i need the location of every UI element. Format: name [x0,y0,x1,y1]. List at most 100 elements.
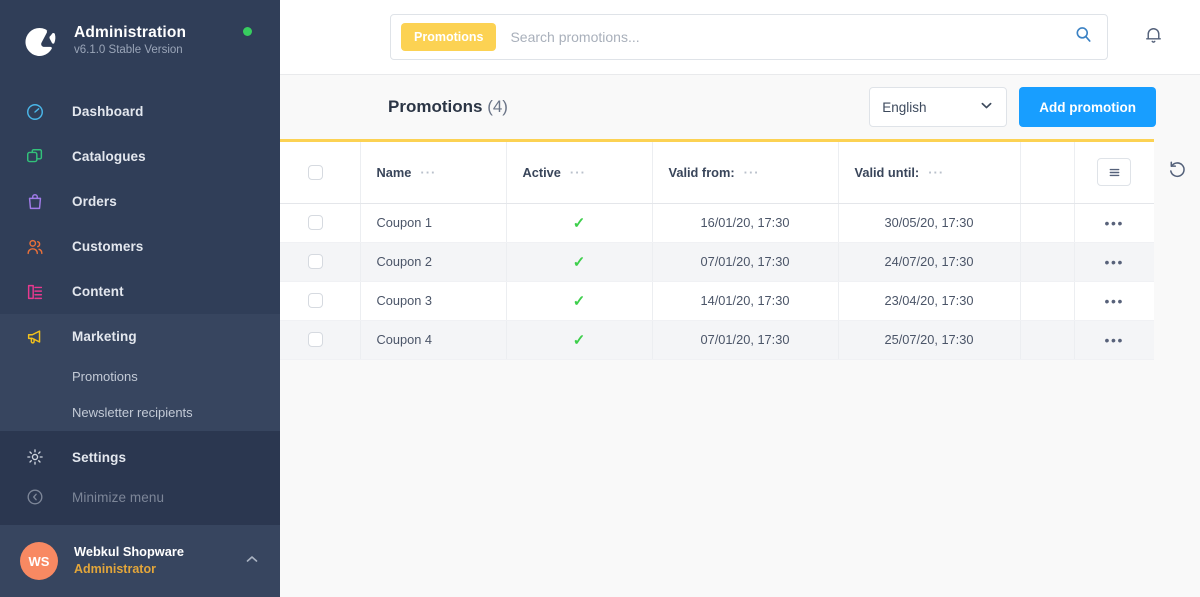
search-icon[interactable] [1074,25,1093,49]
brand-header: Administration v6.1.0 Stable Version [0,0,280,81]
sidebar-item-newsletter-recipients[interactable]: Newsletter recipients [0,395,280,431]
sidebar-item-label: Marketing [72,329,137,345]
sidebar-item-customers[interactable]: Customers [0,224,280,269]
content-document-icon [24,281,46,303]
language-select[interactable]: English [869,87,1008,127]
sidebar-item-dashboard[interactable]: Dashboard [0,89,280,134]
column-label: Name [376,164,412,180]
user-account-bar[interactable]: WS Webkul Shopware Administrator [0,525,280,597]
sidebar-item-label: Orders [72,194,117,210]
sidebar-item-minimize-menu[interactable]: Minimize menu [0,477,280,517]
row-checkbox[interactable] [308,332,323,347]
sidebar-item-label: Minimize menu [72,489,165,505]
cell-active: ✓ [506,203,653,243]
cell-name: Coupon 4 [360,320,507,360]
cell-active: ✓ [506,320,653,360]
sidebar-item-settings[interactable]: Settings [0,437,280,477]
active-check-icon: ✓ [572,253,586,271]
avatar: WS [20,542,58,581]
brand-title: Administration [74,23,187,41]
cell-name: Coupon 2 [360,242,507,282]
list-settings-icon[interactable] [1097,158,1132,187]
gear-icon [24,446,46,468]
table-row[interactable]: Coupon 2 ✓ 07/01/20, 17:30 24/07/20, 17:… [280,242,1154,282]
column-header-valid-from[interactable]: Valid from: ··· [652,142,839,204]
sidebar-item-marketing[interactable]: Marketing [0,314,280,359]
status-indicator-dot [243,27,252,36]
orders-bag-icon [24,191,46,213]
cell-actions: ••• [1074,242,1154,282]
table-row[interactable]: Coupon 3 ✓ 14/01/20, 17:30 23/04/20, 17:… [280,281,1154,321]
cell-valid-until: 30/05/20, 17:30 [838,203,1021,243]
row-select-cell [280,203,361,243]
select-all-header [280,142,361,204]
promotions-table: Name ··· Active ··· Valid from: ··· Vali… [280,142,1154,360]
table-row[interactable]: Coupon 4 ✓ 07/01/20, 17:30 25/07/20, 17:… [280,320,1154,360]
sidebar: Administration v6.1.0 Stable Version Das… [0,0,280,597]
topbar: Promotions [280,0,1200,75]
chevron-left-circle-icon [24,486,46,508]
row-context-menu-icon[interactable]: ••• [1104,215,1124,231]
cell-valid-until: 25/07/20, 17:30 [838,320,1021,360]
column-menu-icon[interactable]: ··· [420,165,436,180]
cell-spacer [1020,242,1075,282]
sidebar-item-content[interactable]: Content [0,269,280,314]
user-meta: Webkul Shopware Administrator [74,544,244,578]
sidebar-item-promotions[interactable]: Promotions [0,359,280,395]
row-checkbox[interactable] [308,215,323,230]
cell-valid-until: 23/04/20, 17:30 [838,281,1021,321]
page-title-text: Promotions [388,97,483,116]
table-body: Coupon 1 ✓ 16/01/20, 17:30 30/05/20, 17:… [280,203,1154,360]
search-scope-tag[interactable]: Promotions [401,23,497,51]
table-row[interactable]: Coupon 1 ✓ 16/01/20, 17:30 30/05/20, 17:… [280,203,1154,243]
cell-actions: ••• [1074,320,1154,360]
cell-valid-from: 07/01/20, 17:30 [652,242,839,282]
page-title-count: (4) [487,97,508,116]
column-header-name[interactable]: Name ··· [360,142,507,204]
refresh-undo-icon[interactable] [1167,159,1188,597]
table-area: Name ··· Active ··· Valid from: ··· Vali… [280,139,1200,597]
page-actions: English Add promotion [869,87,1156,127]
column-menu-icon[interactable]: ··· [570,165,586,180]
add-promotion-button[interactable]: Add promotion [1019,87,1156,127]
page-title: Promotions (4) [388,97,508,117]
sidebar-item-catalogues[interactable]: Catalogues [0,134,280,179]
active-check-icon: ✓ [572,214,586,232]
row-context-menu-icon[interactable]: ••• [1104,332,1124,348]
promotions-table-card: Name ··· Active ··· Valid from: ··· Vali… [280,139,1154,360]
row-checkbox[interactable] [308,254,323,269]
active-check-icon: ✓ [572,331,586,349]
column-menu-icon[interactable]: ··· [744,165,760,180]
sidebar-settings-block: Settings Minimize menu [0,431,280,526]
user-role: Administrator [74,562,156,577]
search-input[interactable] [510,29,1074,45]
row-context-menu-icon[interactable]: ••• [1104,254,1124,270]
row-checkbox[interactable] [308,293,323,308]
dashboard-gauge-icon [24,101,46,123]
language-select-value: English [882,99,927,115]
page-header: Promotions (4) English Add promotion [280,75,1200,139]
refresh-area [1154,139,1200,597]
chevron-up-icon[interactable] [244,551,260,572]
column-header-active[interactable]: Active ··· [506,142,653,204]
notifications-button[interactable] [1132,16,1174,58]
row-context-menu-icon[interactable]: ••• [1104,293,1124,309]
select-all-checkbox[interactable] [308,164,323,180]
sidebar-item-label: Catalogues [72,149,146,165]
column-menu-icon[interactable]: ··· [928,165,944,180]
marketing-megaphone-icon [24,326,46,348]
cell-spacer [1020,320,1075,360]
search-bar[interactable]: Promotions [390,14,1108,60]
cell-active: ✓ [506,242,653,282]
cell-spacer [1020,281,1075,321]
cell-actions: ••• [1074,203,1154,243]
column-header-valid-until[interactable]: Valid until: ··· [838,142,1021,204]
catalogues-layers-icon [24,146,46,168]
sidebar-item-label: Dashboard [72,104,144,120]
row-select-cell [280,242,361,282]
sidebar-item-orders[interactable]: Orders [0,179,280,224]
sidebar-nav: Dashboard Catalogues Orders Customers Co… [0,81,280,526]
cell-valid-from: 16/01/20, 17:30 [652,203,839,243]
column-header-settings [1074,142,1154,204]
shopware-logo-icon [20,21,60,61]
